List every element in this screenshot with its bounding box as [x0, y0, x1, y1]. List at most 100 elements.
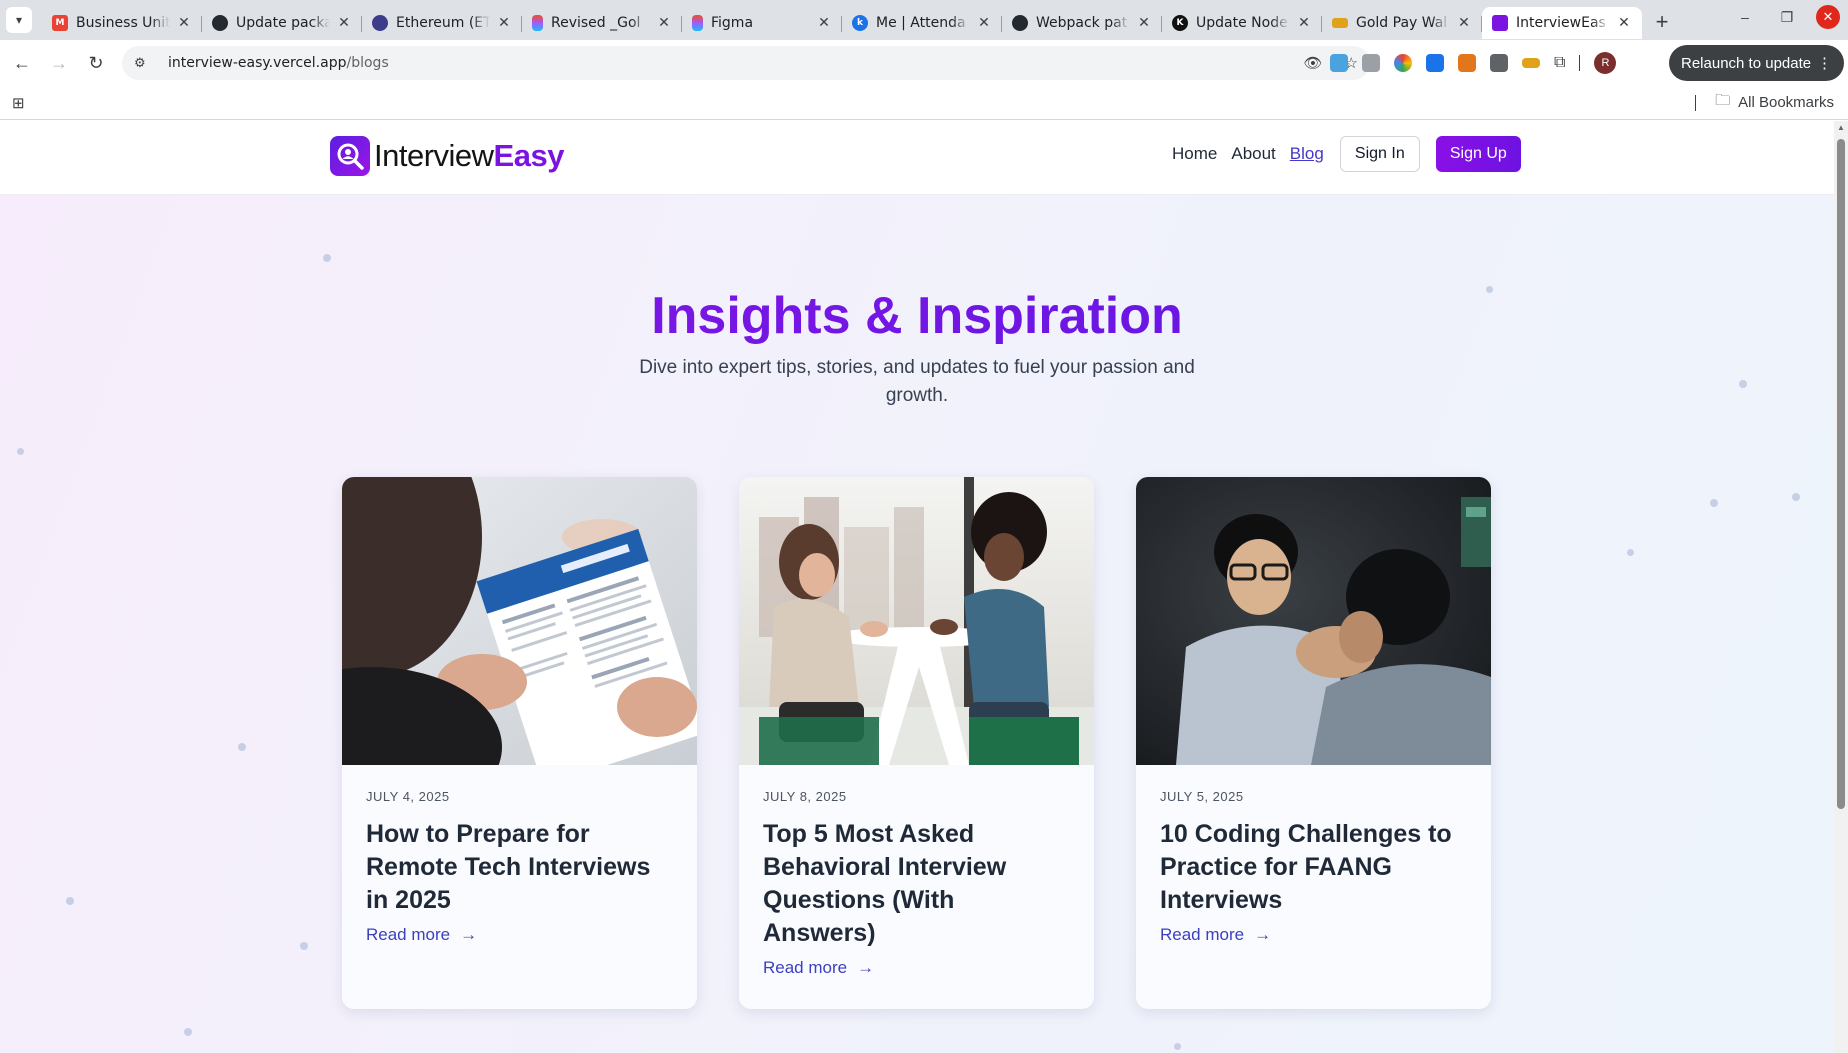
- camera-extension-icon[interactable]: [1362, 54, 1380, 72]
- close-icon[interactable]: ✕: [336, 15, 352, 31]
- figma-icon: [532, 15, 543, 31]
- ethereum-icon: [372, 15, 388, 31]
- reload-icon: ↻: [88, 52, 104, 73]
- read-more-link[interactable]: Read more →: [763, 958, 1070, 978]
- blog-card[interactable]: JULY 8, 2025 Top 5 Most Asked Behavioral…: [739, 477, 1094, 1009]
- browser-tab[interactable]: M Business Unit ✕: [42, 7, 202, 39]
- back-button[interactable]: ←: [6, 47, 38, 79]
- logo-text-plain: Interview: [374, 138, 494, 173]
- read-more-link[interactable]: Read more →: [366, 925, 673, 945]
- minimize-icon: –: [1741, 9, 1749, 25]
- close-icon[interactable]: ✕: [176, 15, 192, 31]
- relaunch-button[interactable]: Relaunch to update ⋮: [1669, 45, 1844, 81]
- tab-title: Gold Pay Wal: [1356, 15, 1448, 31]
- blog-card[interactable]: JULY 4, 2025 How to Prepare for Remote T…: [342, 477, 697, 1009]
- post-title[interactable]: 10 Coding Challenges to Practice for FAA…: [1160, 818, 1467, 917]
- address-bar[interactable]: ⚙ interview-easy.vercel.app/blogs 👁 ☆: [122, 46, 1370, 80]
- close-icon[interactable]: ✕: [976, 15, 992, 31]
- tab-title: Update Node: [1196, 15, 1288, 31]
- eye-off-icon[interactable]: 👁: [1304, 54, 1323, 72]
- k-icon: k: [852, 15, 868, 31]
- browser-tab[interactable]: Ethereum (ET ✕: [362, 7, 522, 39]
- sign-in-button[interactable]: Sign In: [1339, 136, 1420, 172]
- forward-button[interactable]: →: [43, 47, 75, 79]
- background-dot: [66, 897, 74, 905]
- close-window-button[interactable]: ✕: [1816, 5, 1840, 29]
- nav-about-link[interactable]: About: [1231, 144, 1275, 164]
- read-more-label: Read more: [1160, 925, 1245, 944]
- browser-tab[interactable]: k Me | Attenda ✕: [842, 7, 1002, 39]
- browser-tab-active[interactable]: InterviewEas ✕: [1482, 7, 1642, 39]
- post-title[interactable]: Top 5 Most Asked Behavioral Interview Qu…: [763, 818, 1070, 950]
- browser-tab-bar: ▾ M Business Unit ✕ Update packa ✕ Ether…: [0, 0, 1848, 40]
- close-icon[interactable]: ✕: [656, 15, 672, 31]
- post-title[interactable]: How to Prepare for Remote Tech Interview…: [366, 818, 673, 917]
- sign-up-button[interactable]: Sign Up: [1435, 136, 1521, 172]
- close-icon[interactable]: ✕: [1456, 15, 1472, 31]
- openai-extension-icon[interactable]: [1490, 54, 1508, 72]
- browser-tab[interactable]: Revised _Gol ✕: [522, 7, 682, 39]
- minimize-button[interactable]: –: [1732, 4, 1758, 30]
- puzzle-extensions-icon[interactable]: ⧉: [1554, 54, 1565, 72]
- resume-review-photo[interactable]: [342, 477, 697, 765]
- background-dot: [323, 254, 331, 262]
- page-title: Insights & Inspiration: [0, 286, 1834, 346]
- scrollbar-thumb[interactable]: [1837, 139, 1845, 809]
- page-scrollbar[interactable]: ▲: [1834, 121, 1848, 1053]
- url-host: interview-easy.vercel.app: [168, 55, 347, 71]
- github-icon: [212, 15, 228, 31]
- site-info-icon[interactable]: ⚙: [134, 55, 154, 71]
- close-icon: ✕: [1822, 9, 1834, 24]
- new-tab-button[interactable]: +: [1648, 8, 1676, 36]
- tab-search-button[interactable]: ▾: [6, 7, 32, 33]
- figma-icon: [692, 15, 703, 31]
- tab-title: Webpack pat: [1036, 15, 1128, 31]
- gmail-icon: M: [52, 15, 68, 31]
- plus-icon: +: [1655, 9, 1669, 34]
- all-bookmarks-button[interactable]: 🗀 All Bookmarks: [1715, 90, 1834, 115]
- close-icon[interactable]: ✕: [1296, 15, 1312, 31]
- coding-discussion-photo[interactable]: [1136, 477, 1491, 765]
- url-text[interactable]: interview-easy.vercel.app/blogs: [168, 55, 389, 71]
- box-extension-icon[interactable]: [1426, 54, 1444, 72]
- browser-tab[interactable]: Update packa ✕: [202, 7, 362, 39]
- browser-tab[interactable]: Gold Pay Wal ✕: [1322, 7, 1482, 39]
- arrow-left-icon: ←: [13, 52, 31, 73]
- post-date: JULY 5, 2025: [1160, 789, 1244, 804]
- background-dot: [184, 1028, 192, 1036]
- nav-home-link[interactable]: Home: [1172, 144, 1217, 164]
- read-more-link[interactable]: Read more →: [1160, 925, 1467, 945]
- browser-tab[interactable]: Figma ✕: [682, 7, 842, 39]
- browser-tab[interactable]: Webpack pat ✕: [1002, 7, 1162, 39]
- close-icon[interactable]: ✕: [816, 15, 832, 31]
- read-more-label: Read more: [366, 925, 451, 944]
- browser-tab[interactable]: K Update Node ✕: [1162, 7, 1322, 39]
- chevron-down-icon: ▾: [15, 13, 23, 27]
- blog-card[interactable]: JULY 5, 2025 10 Coding Challenges to Pra…: [1136, 477, 1491, 1009]
- logo-wordmark: InterviewEasy: [374, 138, 564, 174]
- interviewEasy-icon: [1492, 15, 1508, 31]
- translate-extension-icon[interactable]: [1330, 54, 1348, 72]
- goldpay-extension-icon[interactable]: [1522, 58, 1540, 68]
- background-dot: [238, 743, 246, 751]
- close-icon[interactable]: ✕: [1136, 15, 1152, 31]
- restore-button[interactable]: ❐: [1774, 4, 1800, 30]
- close-icon[interactable]: ✕: [1616, 15, 1632, 31]
- toolbar-divider: [1579, 55, 1581, 71]
- profile-avatar[interactable]: R: [1594, 52, 1617, 74]
- apps-grid-icon[interactable]: ⊞: [12, 94, 25, 112]
- post-date: JULY 8, 2025: [763, 789, 847, 804]
- tab-title: Me | Attenda: [876, 15, 966, 31]
- color-picker-extension-icon[interactable]: [1394, 54, 1412, 72]
- scroll-up-icon[interactable]: ▲: [1837, 123, 1845, 132]
- site-logo[interactable]: InterviewEasy: [330, 136, 564, 176]
- nav-blog-link[interactable]: Blog: [1290, 144, 1324, 164]
- reload-button[interactable]: ↻: [80, 47, 112, 79]
- metamask-extension-icon[interactable]: [1458, 54, 1476, 72]
- read-more-label: Read more: [763, 958, 848, 977]
- interview-conversation-photo[interactable]: [739, 477, 1094, 765]
- background-dot: [300, 942, 308, 950]
- close-icon[interactable]: ✕: [496, 15, 512, 31]
- background-dot: [1710, 499, 1718, 507]
- bookmarks-bar: ⊞ 🗀 All Bookmarks: [0, 86, 1848, 120]
